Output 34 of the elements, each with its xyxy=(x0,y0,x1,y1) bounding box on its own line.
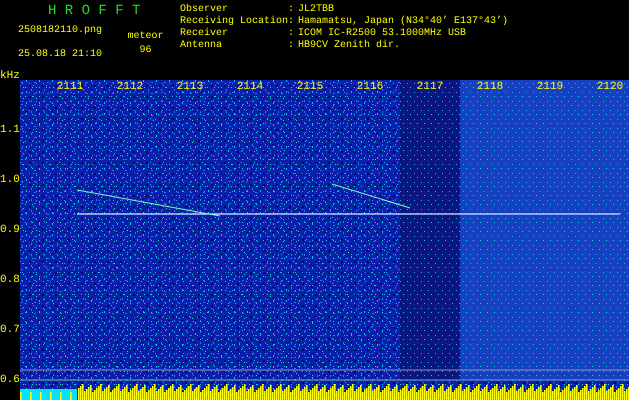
app-title: H R O F F T xyxy=(47,3,142,19)
info-value: JL2TBB xyxy=(298,4,334,16)
time-label: 2116 xyxy=(356,81,384,93)
info-label: Observer xyxy=(180,4,230,16)
separator: : xyxy=(288,28,296,40)
frequency-label: 0.7 xyxy=(0,324,20,336)
separator: : xyxy=(288,16,296,28)
frequency-label: 0.8 xyxy=(0,274,20,286)
time-label: 2114 xyxy=(236,81,264,93)
info-label: Receiving Location xyxy=(180,16,288,28)
time-label: 2119 xyxy=(536,81,564,93)
info-value: ICOM IC-R2500 53.1000MHz USB xyxy=(298,28,466,40)
frequency-label: 1.0 xyxy=(0,174,20,186)
time-label: 2113 xyxy=(176,81,204,93)
info-label: Antenna xyxy=(180,40,224,52)
info-value: Hamamatsu, Japan (N34°40’ E137°43’) xyxy=(298,16,508,28)
frequency-label: 0.9 xyxy=(0,224,20,236)
time-label: 2120 xyxy=(596,81,624,93)
meteor-label: meteor xyxy=(126,31,164,43)
time-label: 2112 xyxy=(116,81,144,93)
time-label: 2115 xyxy=(296,81,324,93)
time-label: 2111 xyxy=(56,81,84,93)
separator: : xyxy=(288,4,296,16)
axis-unit: kHz xyxy=(0,70,20,82)
info-label: Receiver xyxy=(180,28,230,40)
file-name: 2508182110.png xyxy=(18,25,104,37)
time-label: 2117 xyxy=(416,81,444,93)
time-label: 2118 xyxy=(476,81,504,93)
separator: : xyxy=(288,40,296,52)
meteor-count: 96 xyxy=(138,45,152,57)
timestamp: 25.08.18 21:10 xyxy=(18,49,104,61)
frequency-label: 1.1 xyxy=(0,124,20,136)
info-value: HB9CV Zenith dir. xyxy=(298,40,400,52)
frequency-label: 0.6 xyxy=(0,374,20,386)
